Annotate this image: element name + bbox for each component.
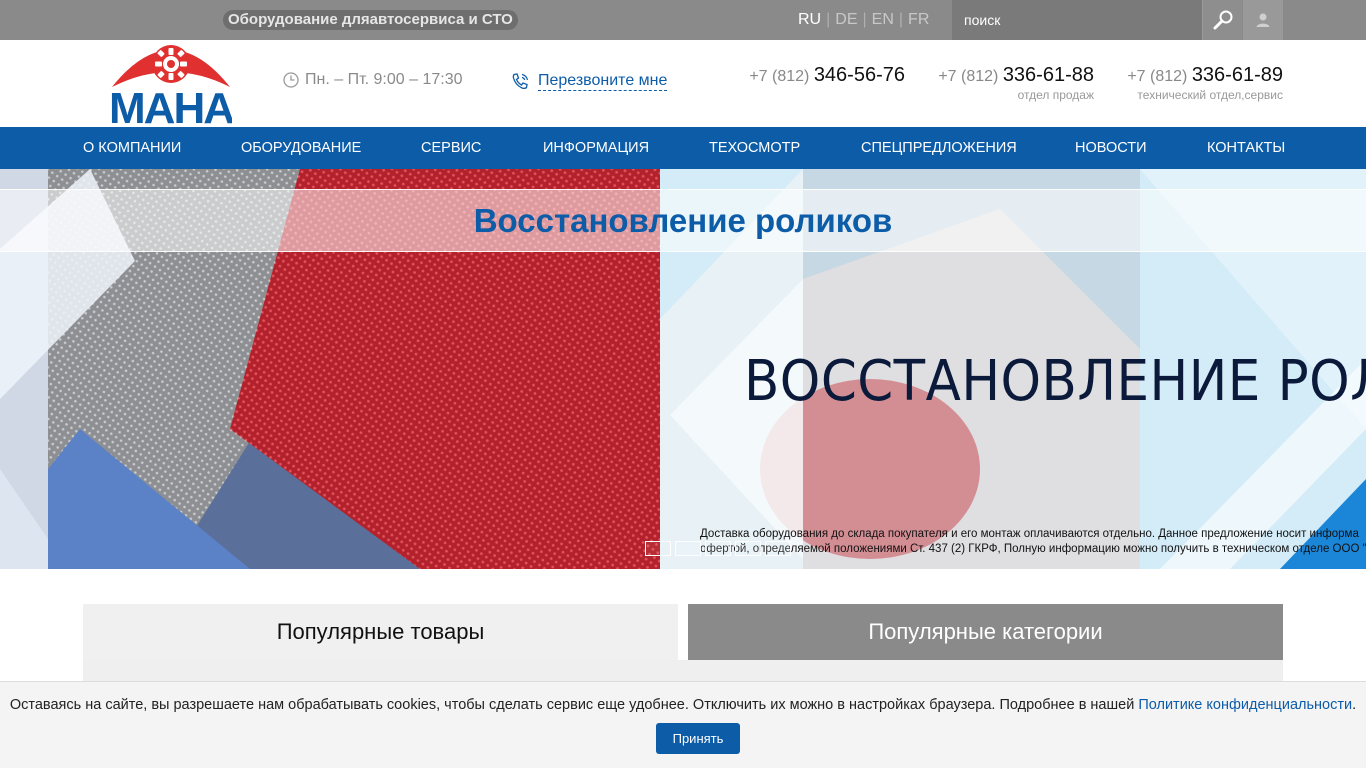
phone-number: 346-56-76: [813, 64, 905, 86]
lang-de[interactable]: DE: [835, 11, 857, 28]
banner-title: Восстановление роликов: [473, 202, 893, 239]
main-nav: О компании Оборудование Сервис Информаци…: [0, 127, 1366, 169]
search-input[interactable]: [952, 0, 1202, 40]
banner-disclaimer: Доставка оборудования до склада покупате…: [700, 527, 1366, 557]
phone-tech[interactable]: +7 (812) 336-61-89 технический отдел,сер…: [1113, 64, 1283, 102]
lang-separator: |: [862, 11, 867, 28]
lang-separator: |: [826, 11, 831, 28]
nav-item-service[interactable]: Сервис: [421, 127, 481, 169]
phone-main[interactable]: +7 (812) 346-56-76: [749, 64, 905, 87]
slider-dot[interactable]: [705, 541, 731, 556]
privacy-policy-link[interactable]: Политике конфиденциальности: [1138, 697, 1352, 713]
phone-caption: отдел продаж: [1017, 88, 1094, 102]
maha-logo[interactable]: MAHA: [109, 41, 236, 133]
callback-link[interactable]: Перезвоните мне: [511, 71, 668, 91]
accept-cookies-button[interactable]: Принять: [656, 723, 740, 754]
phone-number: 336-61-88: [1002, 64, 1094, 86]
nav-item-news[interactable]: Новости: [1075, 127, 1147, 169]
banner-disclaimer-line1: Доставка оборудования до склада покупате…: [700, 528, 1359, 540]
working-hours-text: Пн. – Пт. 9:00 – 17:30: [305, 71, 463, 88]
search-icon: [1213, 10, 1232, 30]
top-bar: Оборудование дляавтосервиса и СТО RU | DE |…: [0, 0, 1366, 40]
popular-tabs: Популярные товары Популярные категории: [83, 604, 1283, 660]
lang-ru[interactable]: RU: [798, 11, 821, 28]
nav-item-information[interactable]: Информация: [543, 127, 649, 169]
phone-code: +7 (812): [938, 68, 999, 85]
nav-item-about[interactable]: О компании: [83, 127, 181, 169]
hero-banner[interactable]: Восстановление роликов ВОССТАНОВЛЕНИЕ РО…: [0, 169, 1366, 569]
cookie-message-end: .: [1352, 697, 1357, 713]
phone-icon: [512, 72, 529, 89]
tab-popular-products[interactable]: Популярные товары: [83, 604, 678, 660]
cookie-banner: Оставаясь на сайте, вы разрешаете нам об…: [0, 681, 1366, 768]
lang-en[interactable]: EN: [872, 11, 894, 28]
search-button[interactable]: [1202, 0, 1242, 40]
lang-separator: |: [898, 11, 904, 28]
site-tagline: Оборудование дляавтосервиса и СТО: [223, 10, 518, 30]
user-icon: [1256, 13, 1270, 27]
cookie-text: Оставаясь на сайте, вы разрешаете нам об…: [0, 697, 1366, 713]
slider-dot[interactable]: [675, 541, 701, 556]
slider-dot[interactable]: [645, 541, 671, 556]
nav-item-inspection[interactable]: Техосмотр: [709, 127, 800, 169]
slider-dot[interactable]: [735, 541, 761, 556]
phone-code: +7 (812): [749, 68, 810, 85]
tab-popular-categories[interactable]: Популярные категории: [688, 604, 1283, 660]
phone-number: 336-61-89: [1191, 64, 1283, 86]
user-account-button[interactable]: [1243, 0, 1283, 40]
lang-fr[interactable]: FR: [908, 11, 929, 28]
banner-headline: ВОССТАНОВЛЕНИЕ РОЛИ: [744, 349, 1366, 414]
nav-item-special-offers[interactable]: Спецпредложения: [861, 127, 1017, 169]
cookie-message: Оставаясь на сайте, вы разрешаете нам об…: [9, 697, 1139, 713]
banner-disclaimer-line2: офертой, определяемой положениями Ст. 43…: [700, 543, 1366, 555]
slider-dots: [645, 541, 791, 556]
site-header: MAHA Пн. – Пт. 9:00 – 17:30 Перезвоните …: [0, 40, 1366, 133]
slider-dot[interactable]: [765, 541, 791, 556]
banner-title-bar: Восстановление роликов: [0, 189, 1366, 252]
phone-code: +7 (812): [1127, 68, 1188, 85]
nav-item-contacts[interactable]: Контакты: [1207, 127, 1285, 169]
phone-caption: технический отдел,сервис: [1137, 88, 1283, 102]
language-switcher: RU | DE | EN | FR: [798, 10, 929, 30]
logo-wordmark: MAHA: [110, 84, 232, 124]
callback-label[interactable]: Перезвоните мне: [538, 71, 668, 91]
working-hours: Пн. – Пт. 9:00 – 17:30: [283, 71, 462, 89]
clock-icon: [283, 72, 299, 88]
nav-item-equipment[interactable]: Оборудование: [241, 127, 361, 169]
phone-sales[interactable]: +7 (812) 336-61-88 отдел продаж: [938, 64, 1094, 102]
